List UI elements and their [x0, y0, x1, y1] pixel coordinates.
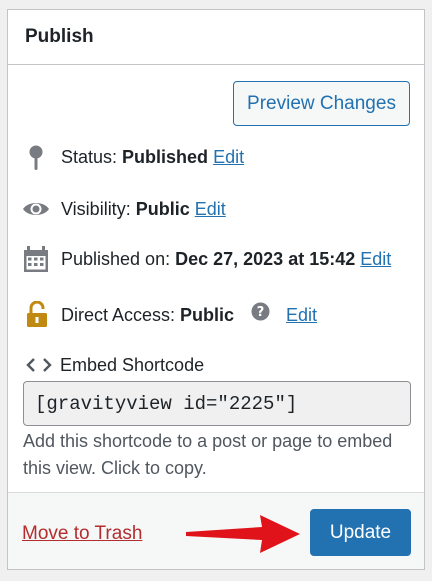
status-label: Status:: [61, 147, 118, 167]
shortcode-help-text: Add this shortcode to a post or page to …: [23, 431, 393, 478]
published-on-value: Dec 27, 2023 at 15:42: [175, 249, 356, 269]
direct-access-edit-link[interactable]: Edit: [286, 305, 317, 326]
direct-access-value: Public: [180, 305, 235, 325]
direct-access-label: Direct Access:: [61, 305, 176, 325]
status-value: Published: [122, 147, 209, 167]
visibility-edit-link[interactable]: Edit: [195, 199, 226, 219]
help-icon[interactable]: ?: [251, 302, 270, 321]
code-icon: [26, 357, 52, 378]
panel-header: Publish: [8, 10, 424, 65]
embed-shortcode-label: Embed Shortcode: [60, 355, 205, 375]
svg-text:?: ?: [257, 305, 265, 320]
pin-icon: [28, 145, 44, 171]
calendar-icon: [23, 246, 49, 273]
red-arrow-icon: [184, 507, 304, 564]
lock-icon: [26, 301, 48, 328]
publish-footer: Move to Trash Update: [8, 492, 424, 569]
status-edit-link[interactable]: Edit: [213, 147, 244, 167]
move-to-trash-link[interactable]: Move to Trash: [22, 523, 142, 545]
update-button[interactable]: Update: [310, 509, 411, 556]
visibility-value: Public: [135, 199, 190, 219]
publish-panel: Publish Preview Changes Status: Publishe…: [7, 9, 425, 570]
eye-icon: [22, 199, 50, 219]
shortcode-field[interactable]: [gravityview id="2225"]: [23, 381, 411, 426]
visibility-label: Visibility:: [61, 199, 131, 219]
panel-title: Publish: [25, 26, 94, 47]
published-on-label: Published on:: [61, 249, 171, 269]
published-on-edit-link[interactable]: Edit: [360, 249, 391, 269]
preview-changes-button[interactable]: Preview Changes: [233, 81, 410, 126]
